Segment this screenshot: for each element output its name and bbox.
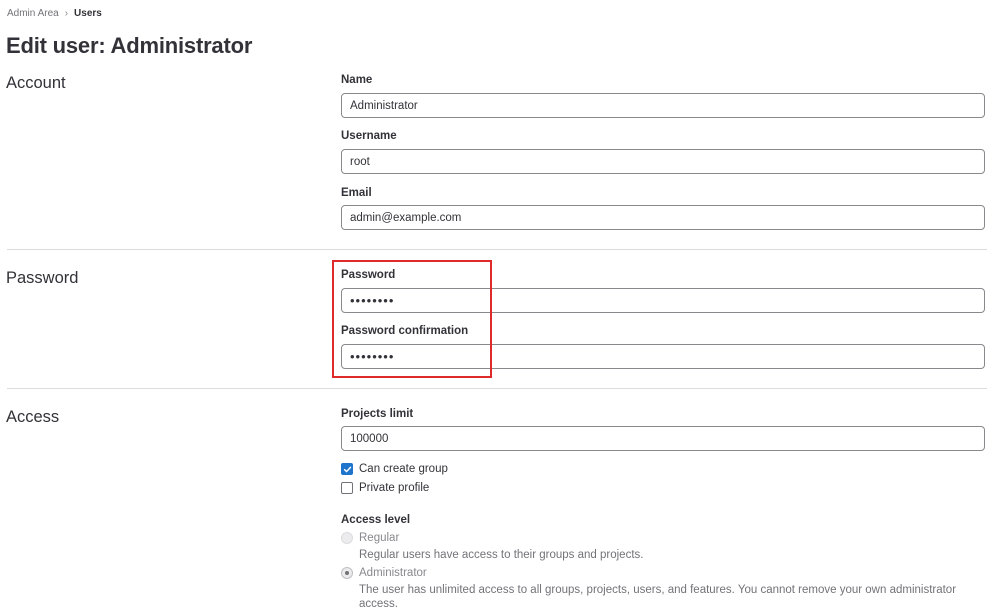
- checkmark-icon: [343, 466, 351, 472]
- breadcrumb-admin-area-link[interactable]: Admin Area: [7, 8, 59, 19]
- username-label: Username: [341, 130, 397, 142]
- access-level-administrator-radio[interactable]: [341, 567, 353, 579]
- access-level-administrator-radio-row[interactable]: Administrator: [341, 567, 427, 579]
- can-create-group-label: Can create group: [359, 463, 448, 475]
- access-level-administrator-label: Administrator: [359, 567, 427, 579]
- private-profile-checkbox[interactable]: [341, 482, 353, 494]
- email-input[interactable]: [341, 205, 985, 230]
- breadcrumb: Admin Area › Users: [7, 8, 102, 19]
- access-level-label: Access level: [341, 514, 411, 526]
- page-title: Edit user: Administrator: [6, 33, 253, 58]
- access-section-title: Access: [6, 408, 60, 426]
- private-profile-label: Private profile: [359, 482, 430, 494]
- email-label: Email: [341, 187, 372, 199]
- account-section-title: Account: [6, 74, 66, 92]
- access-level-administrator-help: The user has unlimited access to all gro…: [359, 584, 957, 610]
- access-level-regular-radio[interactable]: [341, 532, 353, 544]
- can-create-group-checkbox[interactable]: [341, 463, 353, 475]
- radio-dot: [345, 571, 349, 575]
- chevron-right-icon: ›: [64, 8, 69, 19]
- projects-limit-input[interactable]: [341, 426, 985, 451]
- name-label: Name: [341, 74, 373, 86]
- name-input[interactable]: [341, 93, 985, 118]
- access-level-regular-label: Regular: [359, 532, 400, 544]
- username-input[interactable]: [341, 149, 985, 174]
- can-create-group-checkbox-row[interactable]: Can create group: [341, 463, 448, 475]
- access-level-regular-help: Regular users have access to their group…: [359, 549, 644, 561]
- breadcrumb-users-link[interactable]: Users: [74, 8, 102, 19]
- highlight-box: [332, 260, 492, 378]
- private-profile-checkbox-row[interactable]: Private profile: [341, 482, 429, 494]
- section-divider: [7, 249, 987, 250]
- access-level-regular-radio-row[interactable]: Regular: [341, 532, 399, 544]
- section-divider: [7, 388, 987, 389]
- password-section-title: Password: [6, 269, 79, 287]
- projects-limit-label: Projects limit: [341, 408, 414, 420]
